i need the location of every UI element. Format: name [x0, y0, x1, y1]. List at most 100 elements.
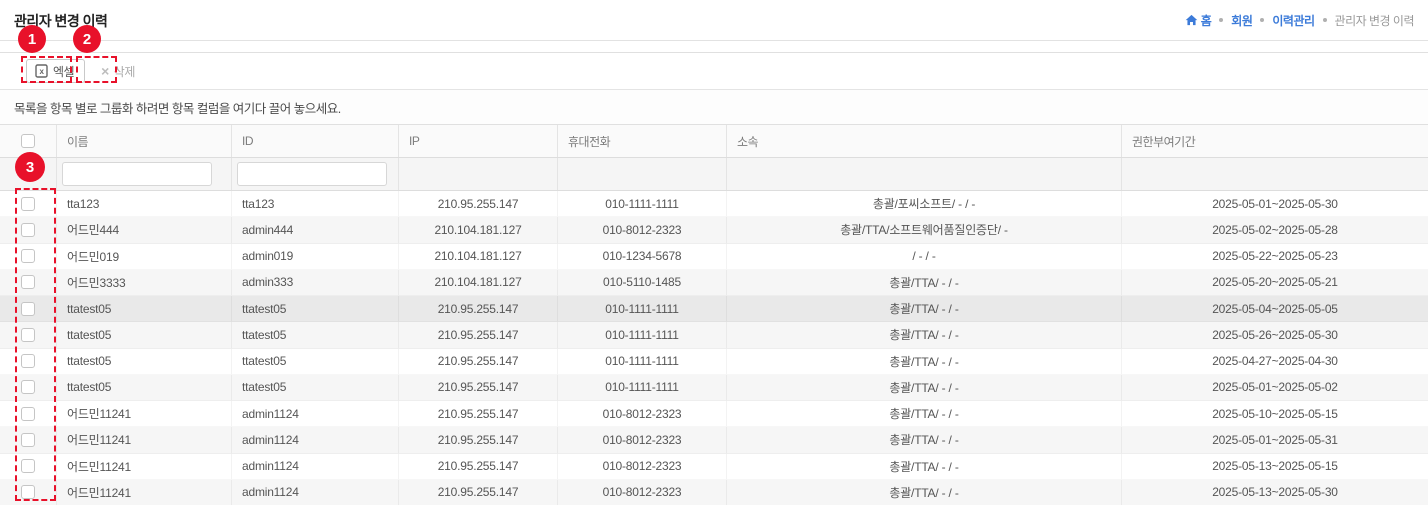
group-by-drop-area[interactable]: 목록을 항목 별로 그룹화 하려면 항목 컬럼을 여기다 끌어 놓으세요.: [0, 90, 1428, 125]
cell-org: 총괄/TTA/ - / -: [727, 454, 1122, 480]
cell-name: ttatest05: [57, 296, 232, 322]
table-row[interactable]: ttatest05 ttatest05 210.95.255.147 010-1…: [0, 322, 1428, 348]
annotation-box-delete: [76, 56, 117, 83]
cell-name: 어드민3333: [57, 270, 232, 296]
cell-id: ttatest05: [232, 349, 399, 375]
id-filter-input[interactable]: [237, 162, 387, 186]
breadcrumb-home[interactable]: 홈: [1185, 12, 1212, 29]
cell-period: 2025-05-26~2025-05-30: [1122, 322, 1428, 348]
filter-cell-period: [1122, 158, 1428, 190]
grid-toolbar: x 엑셀 × 삭제: [0, 53, 1428, 90]
table-row[interactable]: 어드민11241 admin1124 210.95.255.147 010-80…: [0, 401, 1428, 427]
cell-phone: 010-1111-1111: [558, 349, 727, 375]
cell-ip: 210.104.181.127: [399, 217, 558, 243]
cell-ip: 210.95.255.147: [399, 480, 558, 505]
table-filter-row: [0, 158, 1428, 191]
table-row[interactable]: 어드민444 admin444 210.104.181.127 010-8012…: [0, 217, 1428, 243]
table-row[interactable]: 어드민11241 admin1124 210.95.255.147 010-80…: [0, 454, 1428, 480]
annotation-badge-3: 3: [15, 152, 45, 182]
cell-ip: 210.95.255.147: [399, 349, 558, 375]
column-header-name[interactable]: 이름: [57, 125, 232, 157]
table-row[interactable]: 어드민11241 admin1124 210.95.255.147 010-80…: [0, 427, 1428, 453]
table-row[interactable]: 어드민3333 admin333 210.104.181.127 010-511…: [0, 270, 1428, 296]
breadcrumb-separator-dot: [1219, 18, 1223, 22]
cell-name: 어드민11241: [57, 401, 232, 427]
cell-id: ttatest05: [232, 375, 399, 401]
cell-org: 총괄/TTA/ - / -: [727, 401, 1122, 427]
table-row[interactable]: ttatest05 ttatest05 210.95.255.147 010-1…: [0, 375, 1428, 401]
cell-org: 총괄/TTA/ - / -: [727, 427, 1122, 453]
cell-phone: 010-1111-1111: [558, 296, 727, 322]
cell-org: 총괄/TTA/ - / -: [727, 480, 1122, 505]
name-filter-input[interactable]: [62, 162, 212, 186]
filter-cell-ip: [399, 158, 558, 190]
table-header-row: 이름 ID IP 휴대전화 소속 권한부여기간: [0, 125, 1428, 158]
cell-org: 총괄/포씨소프트/ - / -: [727, 191, 1122, 217]
breadcrumb-separator-dot: [1260, 18, 1264, 22]
home-icon: [1185, 14, 1198, 26]
cell-id: admin444: [232, 217, 399, 243]
cell-phone: 010-1111-1111: [558, 322, 727, 348]
cell-period: 2025-05-01~2025-05-31: [1122, 427, 1428, 453]
column-header-period[interactable]: 권한부여기간: [1122, 125, 1428, 157]
column-header-phone[interactable]: 휴대전화: [558, 125, 727, 157]
table-row[interactable]: 어드민019 admin019 210.104.181.127 010-1234…: [0, 244, 1428, 270]
cell-id: admin1124: [232, 454, 399, 480]
cell-id: admin1124: [232, 401, 399, 427]
cell-phone: 010-5110-1485: [558, 270, 727, 296]
column-header-ip[interactable]: IP: [399, 125, 558, 157]
cell-name: 어드민019: [57, 244, 232, 270]
breadcrumb-link[interactable]: 회원: [1231, 12, 1252, 29]
grid-widget: x 엑셀 × 삭제 목록을 항목 별로 그룹화 하려면 항목 컬럼을 여기다 끌…: [0, 52, 1428, 505]
filter-cell-name: [57, 158, 232, 190]
cell-id: admin1124: [232, 427, 399, 453]
cell-period: 2025-05-10~2025-05-15: [1122, 401, 1428, 427]
filter-cell-org: [727, 158, 1122, 190]
cell-ip: 210.95.255.147: [399, 375, 558, 401]
cell-name: tta123: [57, 191, 232, 217]
table-row[interactable]: ttatest05 ttatest05 210.95.255.147 010-1…: [0, 349, 1428, 375]
cell-org: 총괄/TTA/ - / -: [727, 375, 1122, 401]
cell-period: 2025-05-01~2025-05-30: [1122, 191, 1428, 217]
cell-org: 총괄/TTA/ - / -: [727, 322, 1122, 348]
annotation-badge-1: 1: [18, 25, 46, 53]
cell-name: ttatest05: [57, 349, 232, 375]
cell-phone: 010-8012-2323: [558, 454, 727, 480]
breadcrumb-items: 회원이력관리관리자 변경 이력: [1219, 12, 1414, 29]
cell-period: 2025-05-13~2025-05-15: [1122, 454, 1428, 480]
cell-org: / - / -: [727, 244, 1122, 270]
cell-ip: 210.95.255.147: [399, 427, 558, 453]
table-row[interactable]: 어드민11241 admin1124 210.95.255.147 010-80…: [0, 480, 1428, 505]
cell-ip: 210.95.255.147: [399, 401, 558, 427]
breadcrumb-home-label: 홈: [1201, 12, 1212, 29]
cell-name: 어드민11241: [57, 480, 232, 505]
cell-org: 총괄/TTA/ - / -: [727, 349, 1122, 375]
table-body: tta123 tta123 210.95.255.147 010-1111-11…: [0, 191, 1428, 505]
table-row[interactable]: ttatest05 ttatest05 210.95.255.147 010-1…: [0, 296, 1428, 322]
header-gap: [0, 41, 1428, 52]
cell-name: 어드민11241: [57, 427, 232, 453]
cell-phone: 010-1234-5678: [558, 244, 727, 270]
admin-change-history-page: 관리자 변경 이력 홈 회원이력관리관리자 변경 이력 x 엑셀 × 삭제: [0, 0, 1428, 505]
column-header-org[interactable]: 소속: [727, 125, 1122, 157]
group-by-hint-text: 목록을 항목 별로 그룹화 하려면 항목 컬럼을 여기다 끌어 놓으세요.: [14, 98, 341, 117]
column-header-id[interactable]: ID: [232, 125, 399, 157]
cell-ip: 210.95.255.147: [399, 322, 558, 348]
cell-phone: 010-8012-2323: [558, 427, 727, 453]
breadcrumb-separator-dot: [1323, 18, 1327, 22]
breadcrumb-link[interactable]: 이력관리: [1272, 12, 1314, 29]
table-row[interactable]: tta123 tta123 210.95.255.147 010-1111-11…: [0, 191, 1428, 217]
cell-period: 2025-05-22~2025-05-23: [1122, 244, 1428, 270]
cell-org: 총괄/TTA/ - / -: [727, 270, 1122, 296]
filter-cell-phone: [558, 158, 727, 190]
cell-period: 2025-04-27~2025-04-30: [1122, 349, 1428, 375]
select-all-checkbox[interactable]: [21, 134, 35, 148]
breadcrumb: 홈 회원이력관리관리자 변경 이력: [1185, 12, 1414, 29]
cell-id: ttatest05: [232, 296, 399, 322]
cell-org: 총괄/TTA/ - / -: [727, 296, 1122, 322]
cell-name: ttatest05: [57, 375, 232, 401]
cell-id: admin019: [232, 244, 399, 270]
cell-phone: 010-8012-2323: [558, 217, 727, 243]
annotation-box-excel: [21, 56, 72, 83]
cell-phone: 010-8012-2323: [558, 480, 727, 505]
